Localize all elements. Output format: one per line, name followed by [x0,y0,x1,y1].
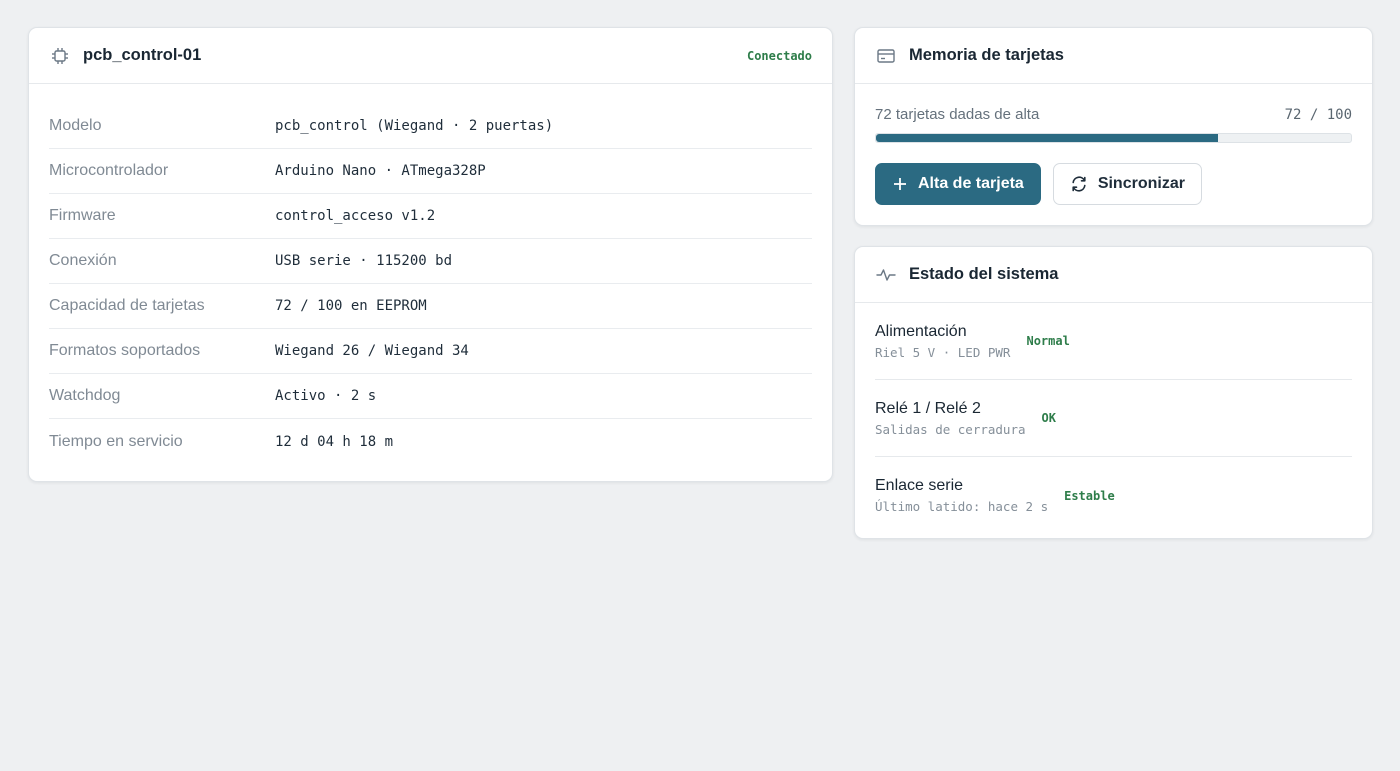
memory-usage-line: 72 tarjetas dadas de alta 72 / 100 [875,106,1352,123]
status-detail: Último latido: hace 2 s [875,499,1049,514]
info-value: 72 / 100 en EEPROM [275,298,427,314]
memory-card-header: Memoria de tarjetas [855,28,1372,84]
memory-usage-label: 72 tarjetas dadas de alta [875,106,1040,123]
status-detail: Salidas de cerradura [875,421,1026,437]
status-text: Relé 1 / Relé 2 Salidas de cerradura [875,400,1026,437]
card-icon [875,45,897,67]
info-value: pcb_control (Wiegand · 2 puertas) [275,118,554,134]
info-value: USB serie · 115200 bd [275,253,453,269]
status-item-power: Alimentación Riel 5 V · LED PWR Normal [875,303,1352,380]
system-status-list: Alimentación Riel 5 V · LED PWR Normal R… [855,303,1372,534]
device-card: pcb_control-01 Conectado Modelo pcb_cont… [28,27,833,482]
info-row-capacidad: Capacidad de tarjetas 72 / 100 en EEPROM [49,284,812,329]
status-name: Enlace serie [875,477,964,494]
info-row-microcontrolador: Microcontrolador Arduino Nano · ATmega32… [49,149,812,194]
info-row-firmware: Firmware control_acceso v1.2 [49,194,812,239]
device-title: pcb_control-01 [83,46,202,64]
info-row-watchdog: Watchdog Activo · 2 s [49,374,812,419]
add-card-button[interactable]: Alta de tarjeta [875,163,1041,205]
info-key: Watchdog [49,387,121,404]
status-text: Enlace serie Último latido: hace 2 s [875,477,1048,514]
memory-title: Memoria de tarjetas [909,46,1064,64]
status-badge: Estable [1064,488,1115,503]
info-key: Tiempo en servicio [49,432,183,450]
status-item-serial-link: Enlace serie Último latido: hace 2 s Est… [875,457,1352,534]
info-key: Conexión [49,252,117,269]
memory-actions: Alta de tarjeta Sincronizar [875,163,1352,205]
status-badge: Normal [1026,334,1070,348]
info-row-uptime: Tiempo en servicio 12 d 04 h 18 m [49,419,812,464]
sync-label: Sincronizar [1097,175,1185,192]
info-key: Capacidad de tarjetas [49,297,205,314]
info-key: Microcontrolador [49,162,169,179]
system-title: Estado del sistema [909,265,1059,283]
info-row-conexion: Conexión USB serie · 115200 bd [49,239,812,284]
system-card: Estado del sistema Alimentación Riel 5 V… [854,246,1373,539]
device-info-table: Modelo pcb_control (Wiegand · 2 puertas)… [29,84,832,464]
info-value: Arduino Nano · ATmega328P [275,163,486,179]
info-value: Activo · 2 s [275,388,377,404]
device-card-header: pcb_control-01 Conectado [29,28,832,84]
refresh-icon [1070,175,1088,193]
status-badge: OK [1041,411,1056,425]
info-value: Wiegand 26 / Wiegand 34 [275,343,469,359]
memory-card: Memoria de tarjetas 72 tarjetas dadas de… [854,27,1373,226]
system-card-header: Estado del sistema [855,247,1372,303]
sync-button[interactable]: Sincronizar [1052,163,1202,205]
add-card-label: Alta de tarjeta [918,175,1024,192]
info-value: 12 d 04 h 18 m [275,433,394,450]
status-item-relays: Relé 1 / Relé 2 Salidas de cerradura OK [875,380,1352,457]
memory-body: 72 tarjetas dadas de alta 72 / 100 Alta … [855,84,1372,205]
info-key: Firmware [49,207,116,224]
status-detail: Riel 5 V · LED PWR [875,344,1011,360]
connection-status-badge: Conectado [746,48,812,63]
plus-icon [892,176,908,192]
info-key: Modelo [49,117,102,134]
chip-icon [49,45,71,67]
memory-progress-bar [875,133,1352,143]
status-text: Alimentación Riel 5 V · LED PWR [875,323,1010,360]
status-name: Relé 1 / Relé 2 [875,399,981,417]
info-row-formatos: Formatos soportados Wiegand 26 / Wiegand… [49,329,812,374]
info-row-modelo: Modelo pcb_control (Wiegand · 2 puertas) [49,104,812,149]
info-key: Formatos soportados [49,342,201,359]
memory-usage-count: 72 / 100 [1284,106,1352,123]
memory-progress-fill [876,134,1218,142]
info-value: control_acceso v1.2 [275,208,436,224]
status-name: Alimentación [875,322,967,340]
activity-icon [875,264,897,286]
